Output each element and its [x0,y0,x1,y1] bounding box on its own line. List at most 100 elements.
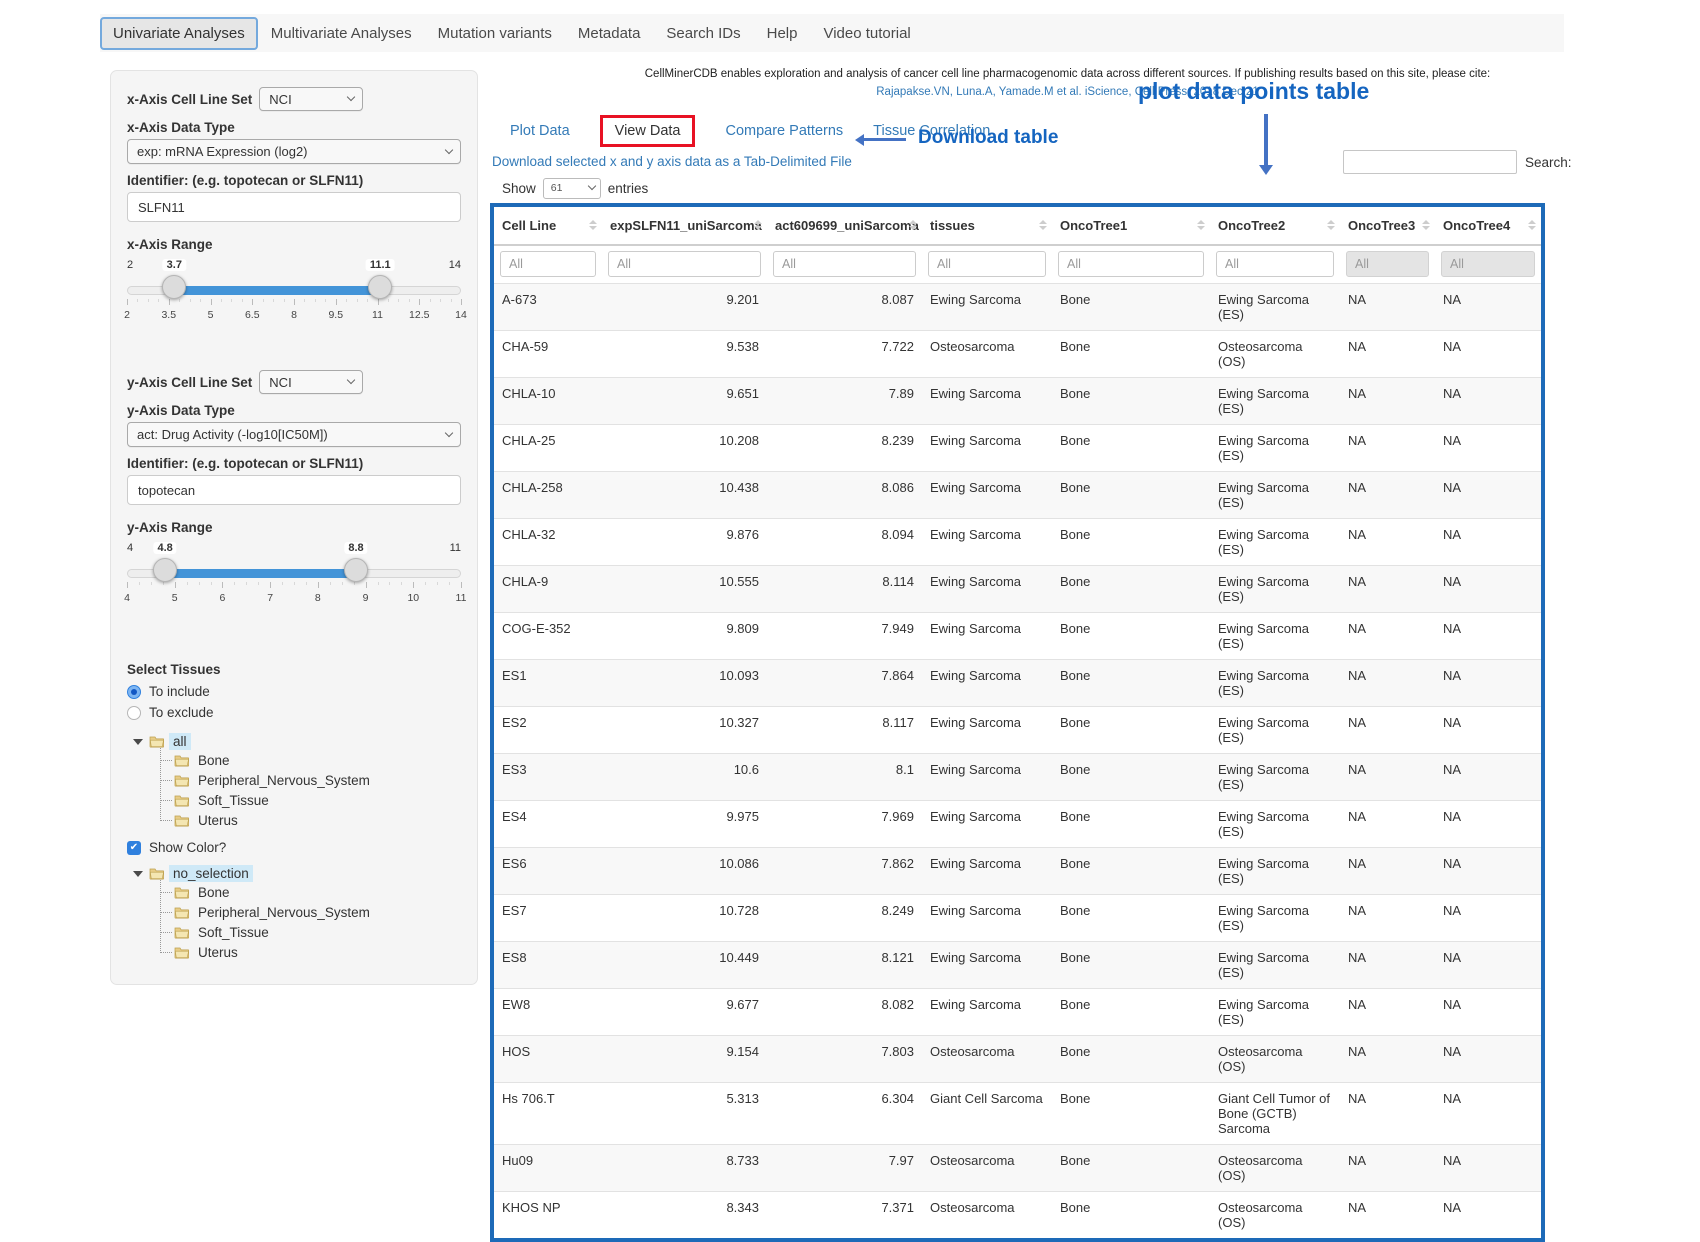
sort-icon[interactable] [589,220,597,230]
tree-node-no-selection[interactable]: no_selection [133,865,461,882]
cell-tissues: Ewing Sarcoma [922,753,1052,800]
column-filter-oncotree2[interactable] [1216,251,1334,277]
table-row: CHLA-109.6517.89Ewing SarcomaBoneEwing S… [494,377,1541,424]
column-filter-tissues[interactable] [928,251,1046,277]
y-axis-range-slider[interactable]: 4114.88.84567891011 [127,559,461,619]
y-cell-line-set-select[interactable]: NCI [259,370,363,394]
column-filter-expslfn11-unisarcoma[interactable] [608,251,761,277]
tree-node-uterus[interactable]: Uterus [160,810,461,830]
entries-count-select[interactable]: 61 [543,178,601,199]
radio-selected-icon[interactable] [127,685,141,699]
column-header-oncotree1[interactable]: OncoTree1 [1052,207,1210,245]
cell-oncotree4: NA [1435,612,1541,659]
column-header-oncotree4[interactable]: OncoTree4 [1435,207,1541,245]
slider-minor-tick [325,299,326,302]
tissue-radio-to-exclude[interactable]: To exclude [127,702,461,723]
y-data-type-value: act: Drug Activity (-log10[IC50M]) [137,427,328,442]
y-identifier-label: Identifier: (e.g. topotecan or SLFN11) [127,456,461,471]
tree-expander-icon[interactable] [133,871,143,877]
tree-node-soft-tissue[interactable]: Soft_Tissue [160,922,461,942]
sort-icon[interactable] [754,220,762,230]
sort-asc-icon [1422,220,1430,224]
cell-act609699-unisarcoma: 7.862 [767,847,922,894]
column-header-act609699-unisarcoma[interactable]: act609699_uniSarcoma [767,207,922,245]
checkbox-checked-icon[interactable]: ✔ [127,841,141,855]
cell-tissues: Ewing Sarcoma [922,283,1052,330]
column-header-tissues[interactable]: tissues [922,207,1052,245]
cell-oncotree1: Bone [1052,941,1210,988]
x-cell-line-set-select[interactable]: NCI [259,87,363,111]
column-filter-act609699-unisarcoma[interactable] [773,251,916,277]
slider-minor-tick [440,299,441,302]
nav-tab-search-ids[interactable]: Search IDs [653,17,753,50]
y-identifier-input[interactable] [127,475,461,505]
x-data-type-select[interactable]: exp: mRNA Expression (log2) [127,139,461,164]
tree-node-all[interactable]: all [133,733,461,750]
slider-to-handle[interactable] [344,558,368,582]
column-filter-oncotree3[interactable] [1346,251,1429,277]
tree-node-peripheral-nervous-system[interactable]: Peripheral_Nervous_System [160,770,461,790]
tissue-radio-to-include[interactable]: To include [127,681,461,702]
tree-expander-icon[interactable] [133,739,143,745]
column-header-oncotree3[interactable]: OncoTree3 [1340,207,1435,245]
column-header-oncotree2[interactable]: OncoTree2 [1210,207,1340,245]
slider-to-handle[interactable] [368,275,392,299]
filter-cell [1052,245,1210,284]
tree-node-bone[interactable]: Bone [160,882,461,902]
slider-minor-tick [263,299,264,302]
sort-icon[interactable] [1327,220,1335,230]
slider-minor-tick [389,582,390,585]
sort-icon[interactable] [1422,220,1430,230]
slider-from-handle[interactable] [162,275,186,299]
slider-minor-tick [449,582,450,585]
tab-compare-patterns[interactable]: Compare Patterns [725,123,843,139]
slider-minor-tick [199,582,200,585]
slider-from-handle[interactable] [153,558,177,582]
table-row: CHLA-329.8768.094Ewing SarcomaBoneEwing … [494,518,1541,565]
column-header-expslfn11-unisarcoma[interactable]: expSLFN11_uniSarcoma [602,207,767,245]
column-filter-oncotree4[interactable] [1441,251,1535,277]
column-filter-cell-line[interactable] [500,251,596,277]
slider-tick-label: 6.5 [245,309,260,321]
tree-node-uterus[interactable]: Uterus [160,942,461,962]
radio-icon[interactable] [127,706,141,720]
tree-node-peripheral-nervous-system[interactable]: Peripheral_Nervous_System [160,902,461,922]
cell-tissues: Ewing Sarcoma [922,565,1052,612]
nav-tab-multivariate-analyses[interactable]: Multivariate Analyses [258,17,425,50]
tissue-radio-group: To includeTo exclude [127,681,461,723]
column-header-label: Cell Line [502,218,556,233]
search-input[interactable] [1343,150,1517,174]
show-color-label: Show Color? [149,840,226,855]
cell-expslfn11-unisarcoma: 9.154 [602,1035,767,1082]
cell-oncotree1: Bone [1052,424,1210,471]
download-data-link[interactable]: Download selected x and y axis data as a… [492,154,852,169]
tab-view-data[interactable]: View Data [615,123,681,139]
tree-children: Bone Peripheral_Nervous_System Soft_Tiss… [160,882,461,962]
cell-oncotree2: Ewing Sarcoma (ES) [1210,518,1340,565]
tab-plot-data[interactable]: Plot Data [510,123,570,139]
show-color-checkbox[interactable]: ✔ Show Color? [127,840,461,855]
x-axis-range-slider[interactable]: 2143.711.123.556.589.51112.514 [127,276,461,336]
sort-icon[interactable] [909,220,917,230]
nav-tab-univariate-analyses[interactable]: Univariate Analyses [100,17,258,50]
column-filter-oncotree1[interactable] [1058,251,1204,277]
cell-oncotree2: Ewing Sarcoma (ES) [1210,894,1340,941]
nav-tab-help[interactable]: Help [754,17,811,50]
x-identifier-input[interactable] [127,192,461,222]
cell-oncotree3: NA [1340,518,1435,565]
cell-oncotree2: Osteosarcoma (OS) [1210,330,1340,377]
cell-oncotree3: NA [1340,471,1435,518]
nav-tab-metadata[interactable]: Metadata [565,17,654,50]
y-data-type-select[interactable]: act: Drug Activity (-log10[IC50M]) [127,422,461,447]
nav-tab-video-tutorial[interactable]: Video tutorial [810,17,923,50]
sort-icon[interactable] [1528,220,1536,230]
sort-icon[interactable] [1197,220,1205,230]
tree-node-soft-tissue[interactable]: Soft_Tissue [160,790,461,810]
cell-act609699-unisarcoma: 7.864 [767,659,922,706]
nav-tab-mutation-variants[interactable]: Mutation variants [425,17,565,50]
column-header-cell-line[interactable]: Cell Line [494,207,602,245]
slider-tick [419,299,420,305]
tree-node-bone[interactable]: Bone [160,750,461,770]
sort-icon[interactable] [1039,220,1047,230]
column-header-label: expSLFN11_uniSarcoma [610,218,762,233]
